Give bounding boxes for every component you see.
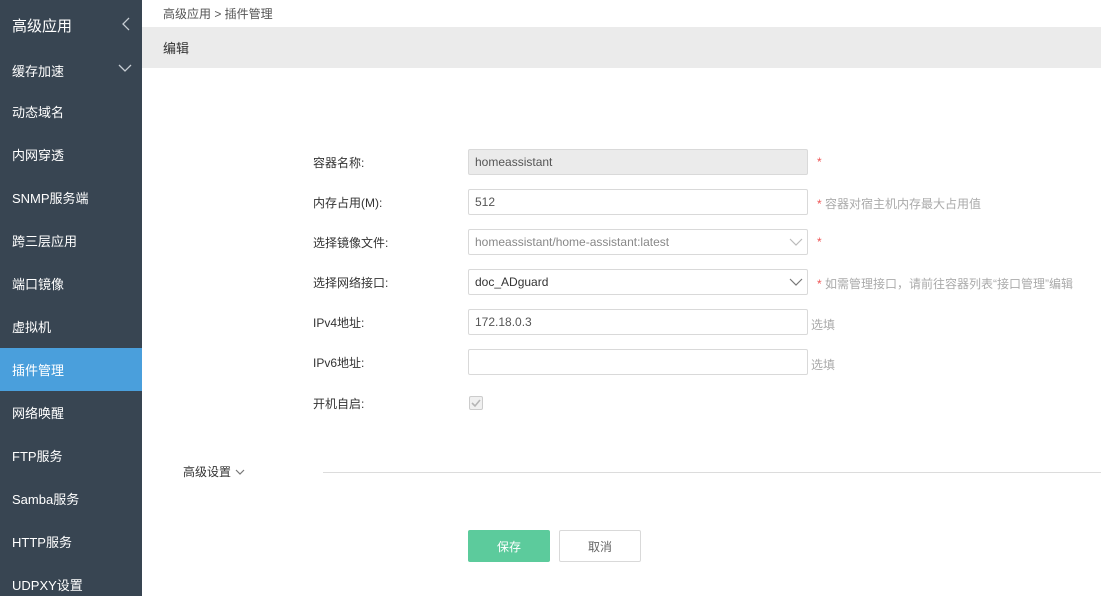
sidebar: 高级应用 缓存加速 动态域名 内网穿透 SNMP服务端 跨三层应用 端口镜像 虚… — [0, 0, 142, 596]
sidebar-item-label: 内网穿透 — [12, 148, 65, 163]
memory-hint: * 容器对宿主机内存最大占用值 — [817, 197, 982, 211]
panel-title: 编辑 — [163, 41, 190, 56]
sidebar-item-label: 网络唤醒 — [12, 406, 65, 421]
image-row: 选择镜像文件: homeassistant/home-assistant:lat… — [142, 229, 1101, 255]
main-content: 高级应用 > 插件管理 编辑 容器名称: homeassistant * 内存占… — [142, 0, 1101, 596]
sidebar-item-label: 虚拟机 — [12, 320, 52, 335]
sidebar-item-label: 缓存加速 — [12, 63, 65, 79]
divider — [323, 472, 1101, 473]
ipv4-row: IPv4地址: 172.18.0.3 选填 — [142, 309, 1101, 335]
memory-input[interactable]: 512 — [468, 189, 808, 215]
panel-header: 编辑 — [142, 27, 1101, 68]
ipv4-label: IPv4地址: — [313, 316, 365, 330]
chevron-down-icon — [789, 238, 803, 246]
sidebar-item-label: 跨三层应用 — [12, 234, 78, 249]
network-select[interactable]: doc_ADguard — [468, 269, 808, 295]
image-select-value: homeassistant/home-assistant:latest — [475, 235, 670, 249]
sidebar-item-wol[interactable]: 网络唤醒 — [0, 391, 142, 434]
ipv6-row: IPv6地址: 选填 — [142, 349, 1101, 375]
advanced-settings-label: 高级设置 — [183, 465, 232, 479]
memory-label: 内存占用(M): — [313, 196, 383, 210]
sidebar-item-vm[interactable]: 虚拟机 — [0, 305, 142, 348]
network-hint: * 如需管理接口，请前往容器列表“接口管理”编辑 — [817, 277, 1074, 291]
sidebar-item-ftp[interactable]: FTP服务 — [0, 434, 142, 477]
sidebar-item-label: 插件管理 — [12, 363, 65, 378]
image-label: 选择镜像文件: — [313, 236, 389, 250]
container-name-row: 容器名称: homeassistant * — [142, 149, 1101, 175]
chevron-left-icon — [122, 17, 130, 31]
network-row: 选择网络接口: doc_ADguard * 如需管理接口，请前往容器列表“接口管… — [142, 269, 1101, 295]
sidebar-item-label: FTP服务 — [12, 449, 63, 464]
sidebar-item-label: Samba服务 — [12, 492, 80, 507]
network-label: 选择网络接口: — [313, 276, 389, 290]
memory-row: 内存占用(M): 512 * 容器对宿主机内存最大占用值 — [142, 189, 1101, 215]
container-name-field: homeassistant — [468, 149, 808, 175]
sidebar-item-cross-l3[interactable]: 跨三层应用 — [0, 219, 142, 262]
sidebar-item-label: 动态域名 — [12, 105, 65, 120]
sidebar-item-http[interactable]: HTTP服务 — [0, 520, 142, 563]
advanced-settings-toggle[interactable]: 高级设置 — [183, 463, 245, 480]
ipv6-input[interactable] — [468, 349, 808, 375]
sidebar-item-plugins[interactable]: 插件管理 — [0, 348, 142, 391]
sidebar-item-label: 端口镜像 — [12, 277, 65, 292]
sidebar-item-label: HTTP服务 — [12, 535, 72, 550]
sidebar-item-label: SNMP服务端 — [12, 191, 89, 206]
sidebar-item-cache[interactable]: 缓存加速 — [0, 50, 142, 90]
checkmark-icon — [471, 399, 481, 408]
sidebar-item-nat-traversal[interactable]: 内网穿透 — [0, 133, 142, 176]
sidebar-item-ddns[interactable]: 动态域名 — [0, 90, 142, 133]
ipv4-input[interactable]: 172.18.0.3 — [468, 309, 808, 335]
cancel-button[interactable]: 取消 — [559, 530, 641, 562]
autostart-label: 开机自启: — [313, 397, 365, 411]
sidebar-header-label: 高级应用 — [12, 17, 73, 35]
sidebar-item-udpxy[interactable]: UDPXY设置 — [0, 563, 142, 606]
autostart-checkbox[interactable] — [469, 396, 483, 410]
sidebar-item-snmp[interactable]: SNMP服务端 — [0, 176, 142, 219]
breadcrumb: 高级应用 > 插件管理 — [163, 7, 273, 21]
autostart-row: 开机自启: — [142, 391, 1101, 417]
save-button[interactable]: 保存 — [468, 530, 550, 562]
sidebar-item-label: UDPXY设置 — [12, 578, 83, 593]
ipv4-optional-hint: 选填 — [811, 318, 836, 332]
required-marker: * — [817, 155, 822, 169]
network-select-value: doc_ADguard — [475, 275, 549, 289]
chevron-down-icon — [789, 278, 803, 286]
sidebar-item-samba[interactable]: Samba服务 — [0, 477, 142, 520]
ipv6-optional-hint: 选填 — [811, 358, 836, 372]
required-marker: * — [817, 235, 822, 249]
sidebar-header[interactable]: 高级应用 — [0, 0, 142, 50]
ipv6-label: IPv6地址: — [313, 356, 365, 370]
sidebar-item-port-mirror[interactable]: 端口镜像 — [0, 262, 142, 305]
chevron-down-icon — [118, 64, 132, 72]
container-name-label: 容器名称: — [313, 156, 365, 170]
image-select: homeassistant/home-assistant:latest — [468, 229, 808, 255]
chevron-down-icon — [235, 469, 245, 475]
